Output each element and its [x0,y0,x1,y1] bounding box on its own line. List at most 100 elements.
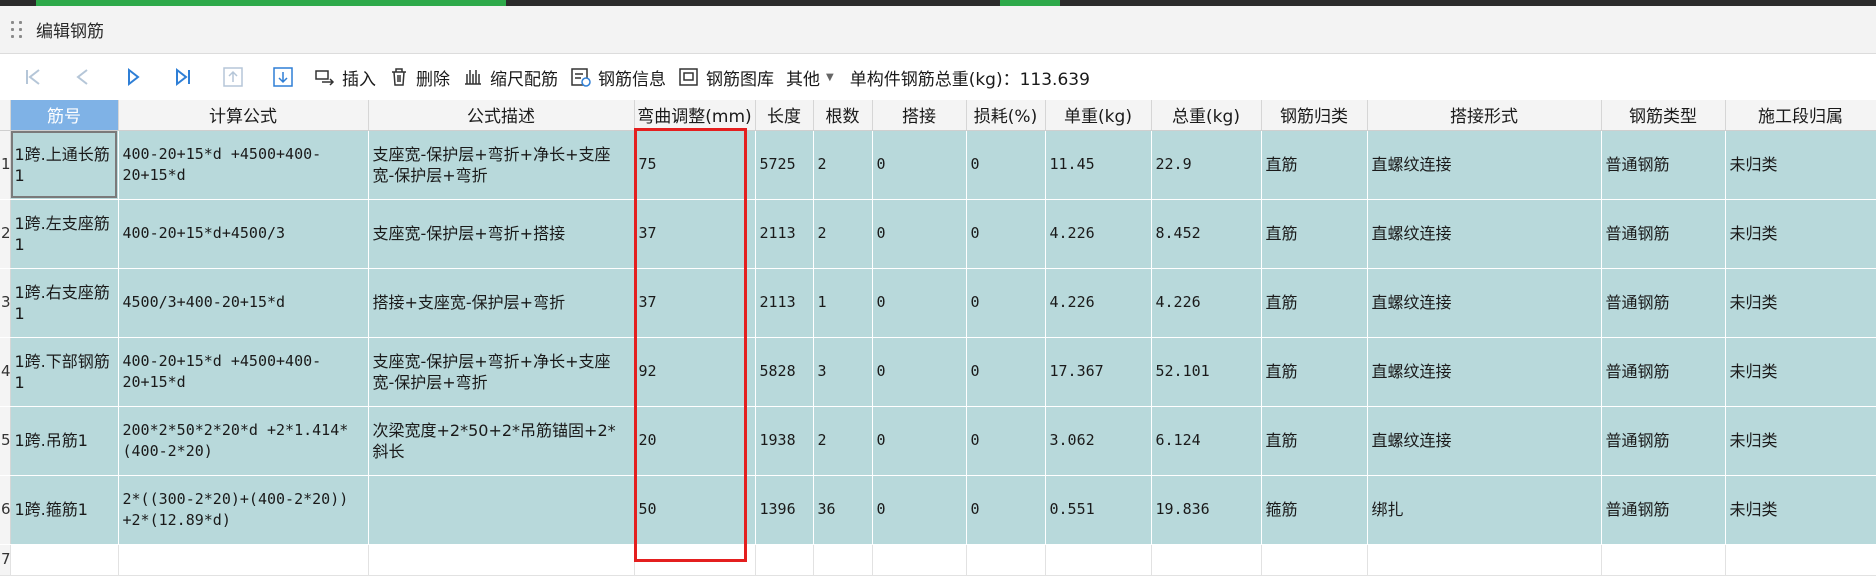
row-number[interactable]: 1 [0,130,11,200]
cell-bend-adjust[interactable]: 50 [634,475,756,545]
cell-bar-no[interactable]: 1跨.左支座筋1 [10,199,119,269]
cell-formula-desc[interactable] [368,475,635,545]
cell-count[interactable]: 2 [813,130,873,200]
cell-bend-adjust[interactable]: 37 [634,199,756,269]
col-header-lap[interactable]: 搭接 [872,100,967,131]
row-number[interactable]: 6 [0,475,11,545]
col-header-segment[interactable]: 施工段归属 [1725,100,1876,131]
other-dropdown[interactable]: 其他 ▼ [780,60,840,94]
first-record-button[interactable] [8,60,58,94]
cell-formula[interactable]: 200*2*50*2*20*d +2*1.414*(400-2*20) [118,406,369,476]
cell-lap[interactable]: 0 [872,268,967,338]
cell-total-weight[interactable]: 6.124 [1151,406,1262,476]
cell-formula[interactable]: 400-20+15*d +4500+400-20+15*d [118,130,369,200]
delete-button[interactable]: 删除 [382,60,456,94]
table-row-empty[interactable]: 7 [0,544,1876,576]
col-header-category[interactable]: 钢筋归类 [1261,100,1368,131]
table-row[interactable]: 4 1跨.下部钢筋1 400-20+15*d +4500+400-20+15*d… [0,337,1876,407]
cell-count[interactable]: 36 [813,475,873,545]
cell-length[interactable]: 1938 [755,406,814,476]
cell-bend-adjust[interactable]: 75 [634,130,756,200]
drag-grip-icon[interactable] [6,17,28,43]
move-up-button[interactable] [208,60,258,94]
cell-segment[interactable]: 未归类 [1725,268,1876,338]
cell-lap-form[interactable]: 绑扎 [1367,475,1602,545]
cell-count[interactable]: 2 [813,199,873,269]
cell-segment[interactable]: 未归类 [1725,199,1876,269]
table-row[interactable]: 3 1跨.右支座筋1 4500/3+400-20+15*d 搭接+支座宽-保护层… [0,268,1876,338]
table-row[interactable]: 6 1跨.箍筋1 2*((300-2*20)+(400-2*20)) +2*(1… [0,475,1876,545]
cell-total-weight[interactable]: 22.9 [1151,130,1262,200]
cell-rebar-type[interactable]: 普通钢筋 [1601,475,1726,545]
col-header-formula-desc[interactable]: 公式描述 [368,100,635,131]
cell-unit-weight[interactable]: 0.551 [1045,475,1152,545]
cell-formula[interactable]: 400-20+15*d +4500+400-20+15*d [118,337,369,407]
cell-count[interactable]: 3 [813,337,873,407]
cell-lap-form[interactable]: 直螺纹连接 [1367,268,1602,338]
cell-unit-weight[interactable]: 4.226 [1045,199,1152,269]
scale-rebar-button[interactable]: 缩尺配筋 [456,60,564,94]
rebar-info-button[interactable]: 钢筋信息 [564,60,672,94]
col-header-loss[interactable]: 损耗(%) [966,100,1046,131]
row-number[interactable]: 4 [0,337,11,407]
cell-bar-no[interactable]: 1跨.下部钢筋1 [10,337,119,407]
cell-category[interactable]: 直筋 [1261,337,1368,407]
row-number[interactable]: 3 [0,268,11,338]
col-header-formula[interactable]: 计算公式 [118,100,369,131]
cell-lap[interactable]: 0 [872,337,967,407]
cell-bar-no[interactable]: 1跨.箍筋1 [10,475,119,545]
cell-loss[interactable]: 0 [966,268,1046,338]
col-header-unit-weight[interactable]: 单重(kg) [1045,100,1152,131]
cell-lap[interactable]: 0 [872,130,967,200]
cell-formula-desc[interactable]: 次梁宽度+2*50+2*吊筋锚固+2*斜长 [368,406,635,476]
cell-bend-adjust[interactable]: 92 [634,337,756,407]
cell-lap-form[interactable]: 直螺纹连接 [1367,406,1602,476]
table-row[interactable]: 5 1跨.吊筋1 200*2*50*2*20*d +2*1.414*(400-2… [0,406,1876,476]
cell-length[interactable]: 5725 [755,130,814,200]
cell-formula-desc[interactable]: 支座宽-保护层+弯折+净长+支座宽-保护层+弯折 [368,337,635,407]
row-number[interactable]: 2 [0,199,11,269]
cell-count[interactable]: 2 [813,406,873,476]
cell-rebar-type[interactable]: 普通钢筋 [1601,130,1726,200]
cell-bar-no[interactable]: 1跨.吊筋1 [10,406,119,476]
cell-rebar-type[interactable]: 普通钢筋 [1601,268,1726,338]
prev-record-button[interactable] [58,60,108,94]
cell-formula-desc[interactable]: 支座宽-保护层+弯折+搭接 [368,199,635,269]
row-number[interactable]: 5 [0,406,11,476]
rebar-library-button[interactable]: 钢筋图库 [672,60,780,94]
cell-bar-no[interactable]: 1跨.上通长筋1 [10,130,119,200]
cell-loss[interactable]: 0 [966,130,1046,200]
cell-total-weight[interactable]: 4.226 [1151,268,1262,338]
col-header-length[interactable]: 长度 [755,100,814,131]
cell-formula[interactable]: 2*((300-2*20)+(400-2*20)) +2*(12.89*d) [118,475,369,545]
cell-bend-adjust[interactable]: 20 [634,406,756,476]
row-number[interactable]: 7 [0,544,11,576]
cell-length[interactable]: 5828 [755,337,814,407]
cell-unit-weight[interactable]: 4.226 [1045,268,1152,338]
cell-bend-adjust[interactable]: 37 [634,268,756,338]
cell-lap[interactable]: 0 [872,199,967,269]
cell-lap[interactable]: 0 [872,406,967,476]
cell-total-weight[interactable]: 52.101 [1151,337,1262,407]
col-header-total-weight[interactable]: 总重(kg) [1151,100,1262,131]
cell-formula-desc[interactable]: 搭接+支座宽-保护层+弯折 [368,268,635,338]
cell-lap[interactable]: 0 [872,475,967,545]
cell-segment[interactable]: 未归类 [1725,337,1876,407]
cell-loss[interactable]: 0 [966,475,1046,545]
cell-formula-desc[interactable]: 支座宽-保护层+弯折+净长+支座宽-保护层+弯折 [368,130,635,200]
col-header-count[interactable]: 根数 [813,100,873,131]
table-row[interactable]: 1 1跨.上通长筋1 400-20+15*d +4500+400-20+15*d… [0,130,1876,200]
col-header-lap-form[interactable]: 搭接形式 [1367,100,1602,131]
cell-formula[interactable]: 4500/3+400-20+15*d [118,268,369,338]
cell-category[interactable]: 直筋 [1261,130,1368,200]
col-header-rebar-type[interactable]: 钢筋类型 [1601,100,1726,131]
cell-unit-weight[interactable]: 3.062 [1045,406,1152,476]
cell-category[interactable]: 箍筋 [1261,475,1368,545]
cell-segment[interactable]: 未归类 [1725,475,1876,545]
move-down-button[interactable] [258,60,308,94]
cell-length[interactable]: 1396 [755,475,814,545]
cell-rebar-type[interactable]: 普通钢筋 [1601,406,1726,476]
cell-lap-form[interactable]: 直螺纹连接 [1367,199,1602,269]
col-header-bar-no[interactable]: 筋号 [10,100,119,131]
cell-category[interactable]: 直筋 [1261,406,1368,476]
